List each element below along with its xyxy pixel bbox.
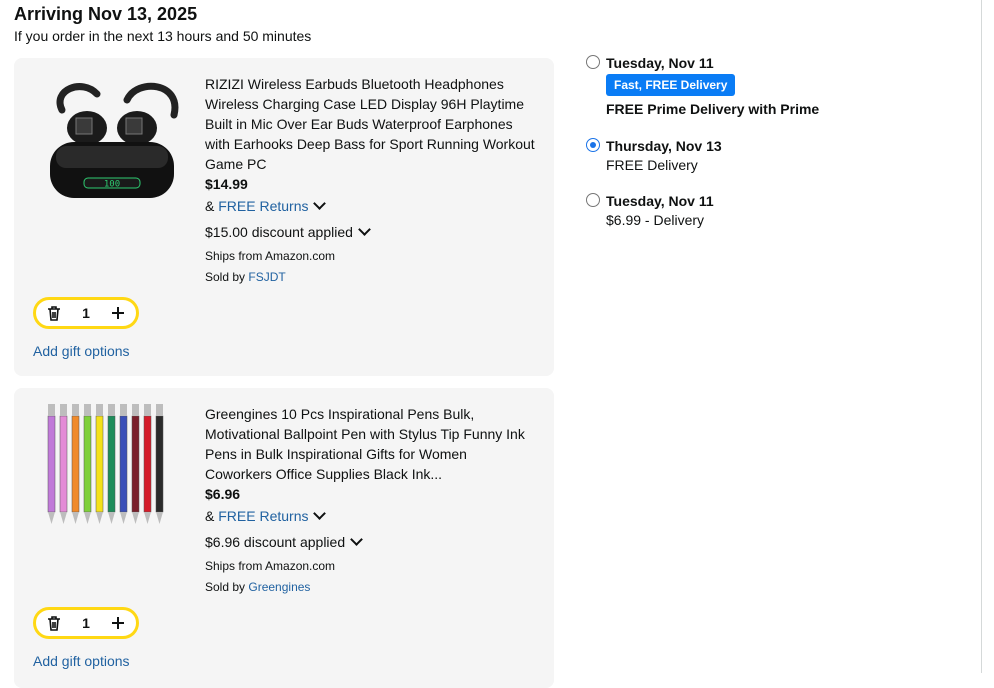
arrival-heading: Arriving Nov 13, 2025 xyxy=(14,4,198,24)
product-title[interactable]: RIZIZI Wireless Earbuds Bluetooth Headph… xyxy=(205,74,535,174)
svg-text:100: 100 xyxy=(104,180,120,190)
returns-prefix: & xyxy=(205,508,215,524)
free-returns-link[interactable]: FREE Returns xyxy=(218,198,308,214)
delivery-option-text: Thursday, Nov 13 FREE Delivery xyxy=(606,137,722,175)
cart-item-card: Greengines 10 Pcs Inspirational Pens Bul… xyxy=(14,388,554,688)
delivery-detail: FREE Delivery xyxy=(606,157,698,173)
add-gift-options-link[interactable]: Add gift options xyxy=(33,343,130,359)
chevron-down-icon[interactable] xyxy=(350,533,363,546)
delivery-date: Thursday, Nov 13 xyxy=(606,138,722,154)
chevron-down-icon[interactable] xyxy=(358,223,371,236)
cart-item-card: 100 RIZIZI Wireless Earbuds Bluetooth He… xyxy=(14,58,554,376)
right-column-divider xyxy=(981,0,982,673)
plus-icon[interactable] xyxy=(110,615,126,631)
radio-button-selected[interactable] xyxy=(586,138,600,152)
returns-row: & FREE Returns xyxy=(205,506,535,526)
item-price: $6.96 xyxy=(205,486,241,502)
sold-by-label: Sold by xyxy=(205,270,246,284)
pens-product-image[interactable] xyxy=(42,400,182,540)
sold-by-label: Sold by xyxy=(205,580,246,594)
quantity-stepper[interactable]: 1 xyxy=(33,297,139,329)
seller-link[interactable]: Greengines xyxy=(248,580,310,594)
trash-icon[interactable] xyxy=(46,305,62,321)
delivery-detail: FREE Prime Delivery with Prime xyxy=(606,101,820,117)
plus-icon[interactable] xyxy=(110,305,126,321)
sold-by-row: Sold by Greengines xyxy=(205,579,535,595)
quantity-stepper[interactable]: 1 xyxy=(33,607,139,639)
item-price: $14.99 xyxy=(205,176,248,192)
chevron-down-icon[interactable] xyxy=(313,507,327,520)
discount-row[interactable]: $15.00 discount applied xyxy=(205,222,535,242)
delivery-option-text: Tuesday, Nov 11 $6.99 - Delivery xyxy=(606,192,714,230)
chevron-down-icon[interactable] xyxy=(313,197,327,210)
radio-button[interactable] xyxy=(586,55,600,69)
returns-prefix: & xyxy=(205,198,215,214)
sold-by-row: Sold by FSJDT xyxy=(205,269,535,285)
order-deadline-text: If you order in the next 13 hours and 50… xyxy=(14,28,312,44)
delivery-detail: $6.99 - Delivery xyxy=(606,212,705,228)
ships-from-text: Ships from Amazon.com xyxy=(205,559,336,573)
free-returns-link[interactable]: FREE Returns xyxy=(218,508,308,524)
returns-row: & FREE Returns xyxy=(205,196,535,216)
ships-from-text: Ships from Amazon.com xyxy=(205,249,336,263)
delivery-option-text: Tuesday, Nov 11 Fast, FREE Delivery FREE… xyxy=(606,54,819,119)
fast-delivery-badge: Fast, FREE Delivery xyxy=(606,74,736,96)
radio-button[interactable] xyxy=(586,193,600,207)
trash-icon[interactable] xyxy=(46,615,62,631)
item-info: RIZIZI Wireless Earbuds Bluetooth Headph… xyxy=(205,74,535,285)
item-info: Greengines 10 Pcs Inspirational Pens Bul… xyxy=(205,404,535,595)
discount-row[interactable]: $6.96 discount applied xyxy=(205,532,535,552)
add-gift-options-link[interactable]: Add gift options xyxy=(33,653,130,669)
seller-link[interactable]: FSJDT xyxy=(248,270,285,284)
delivery-date: Tuesday, Nov 11 xyxy=(606,55,714,71)
quantity-value: 1 xyxy=(82,305,90,321)
discount-text: $6.96 discount applied xyxy=(205,534,346,550)
discount-text: $15.00 discount applied xyxy=(205,224,353,240)
quantity-value: 1 xyxy=(82,615,90,631)
earbuds-product-image[interactable]: 100 xyxy=(42,70,182,210)
delivery-date: Tuesday, Nov 11 xyxy=(606,193,714,209)
product-title[interactable]: Greengines 10 Pcs Inspirational Pens Bul… xyxy=(205,404,535,484)
